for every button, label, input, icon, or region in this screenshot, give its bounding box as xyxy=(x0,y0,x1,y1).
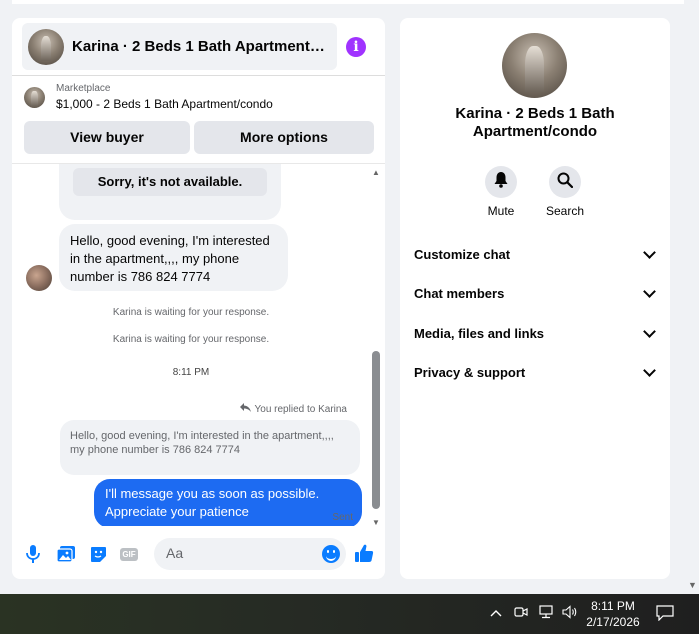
search-button[interactable]: Search xyxy=(535,166,595,218)
view-buyer-button[interactable]: View buyer xyxy=(24,121,190,154)
chat-panel: Karina · 2 Beds 1 Bath Apartment/condo i… xyxy=(12,18,385,579)
system-message: Karina is waiting for your response. xyxy=(112,334,270,345)
chevron-down-icon xyxy=(643,245,656,259)
chevron-down-icon xyxy=(643,363,656,377)
clock-time: 8:11 PM xyxy=(591,599,635,613)
marketplace-listing[interactable]: Marketplace $1,000 - 2 Beds 1 Bath Apart… xyxy=(24,83,374,115)
notification-icon[interactable] xyxy=(656,605,674,624)
scroll-thumb[interactable] xyxy=(372,351,380,509)
scroll-down-arrow[interactable]: ▼ xyxy=(688,580,697,590)
chevron-down-icon xyxy=(643,284,656,298)
incoming-message[interactable]: Hello, good evening, I'm interested in t… xyxy=(59,224,288,291)
emoji-icon[interactable] xyxy=(322,545,340,563)
sent-status: Sent xyxy=(332,512,353,523)
section-media-files-links[interactable]: Media, files and links xyxy=(414,323,658,343)
listing-title: $1,000 - 2 Beds 1 Bath Apartment/condo xyxy=(56,97,273,111)
chat-title[interactable]: Karina · 2 Beds 1 Bath Apartment/condo xyxy=(72,38,327,55)
section-privacy-support[interactable]: Privacy & support xyxy=(414,362,658,382)
scroll-up-arrow[interactable]: ▲ xyxy=(372,168,380,177)
taskbar: 8:11 PM 2/17/2026 xyxy=(0,594,699,634)
chevron-down-icon xyxy=(643,324,656,338)
camera-icon[interactable] xyxy=(514,605,528,622)
microphone-icon[interactable] xyxy=(24,545,42,563)
section-customize-chat[interactable]: Customize chat xyxy=(414,244,658,264)
message-input[interactable] xyxy=(166,545,316,561)
bell-icon xyxy=(494,171,508,193)
sender-avatar[interactable] xyxy=(26,265,52,291)
gif-icon[interactable]: GIF xyxy=(120,545,138,563)
page-scrollbar[interactable]: ▼ xyxy=(685,0,699,594)
clock-date: 2/17/2026 xyxy=(586,615,640,629)
message-list: Sorry, it's not available. Hello, good e… xyxy=(12,164,385,526)
scroll-down-arrow[interactable]: ▼ xyxy=(372,518,380,527)
message-input-box[interactable] xyxy=(154,538,346,570)
profile-avatar[interactable] xyxy=(502,33,567,98)
photo-icon[interactable] xyxy=(57,545,75,563)
volume-icon[interactable] xyxy=(562,605,578,622)
chat-header[interactable]: Karina · 2 Beds 1 Bath Apartment/condo xyxy=(22,23,337,70)
info-icon[interactable]: i xyxy=(346,37,366,57)
mute-button[interactable]: Mute xyxy=(471,166,531,218)
search-label: Search xyxy=(545,204,585,218)
network-icon[interactable] xyxy=(538,605,554,622)
message-timestamp: 8:11 PM xyxy=(172,367,210,378)
reply-indicator: You replied to Karina xyxy=(239,403,347,415)
thumbs-up-icon[interactable] xyxy=(355,544,374,568)
reply-icon xyxy=(239,403,251,415)
outgoing-message[interactable]: I'll message you as soon as possible. Ap… xyxy=(94,479,362,526)
listing-kicker: Marketplace xyxy=(56,83,111,94)
conversation-info-panel: Karina · 2 Beds 1 Bath Apartment/condo M… xyxy=(400,18,670,579)
mute-label: Mute xyxy=(487,204,515,218)
divider xyxy=(12,75,385,76)
top-edge xyxy=(12,0,684,4)
show-hidden-icons-icon[interactable] xyxy=(490,604,502,620)
more-options-button[interactable]: More options xyxy=(194,121,374,154)
search-icon xyxy=(557,172,574,193)
message-scrollbar[interactable]: ▲ ▼ xyxy=(371,168,381,527)
listing-thumbnail xyxy=(24,87,45,108)
profile-name: Karina · 2 Beds 1 Bath Apartment/condo xyxy=(455,105,615,140)
reply-label: You replied to Karina xyxy=(254,403,347,415)
sticker-icon[interactable] xyxy=(89,545,107,563)
section-chat-members[interactable]: Chat members xyxy=(414,283,658,303)
marketplace-card: Sorry, it's not available. xyxy=(59,164,281,220)
quoted-message[interactable]: Hello, good evening, I'm interested in t… xyxy=(60,420,360,475)
system-message: Karina is waiting for your response. xyxy=(112,307,270,318)
composer: GIF xyxy=(12,536,385,572)
not-available-button[interactable]: Sorry, it's not available. xyxy=(73,168,267,196)
clock[interactable]: 8:11 PM 2/17/2026 xyxy=(583,598,643,630)
chat-avatar[interactable] xyxy=(28,28,64,65)
